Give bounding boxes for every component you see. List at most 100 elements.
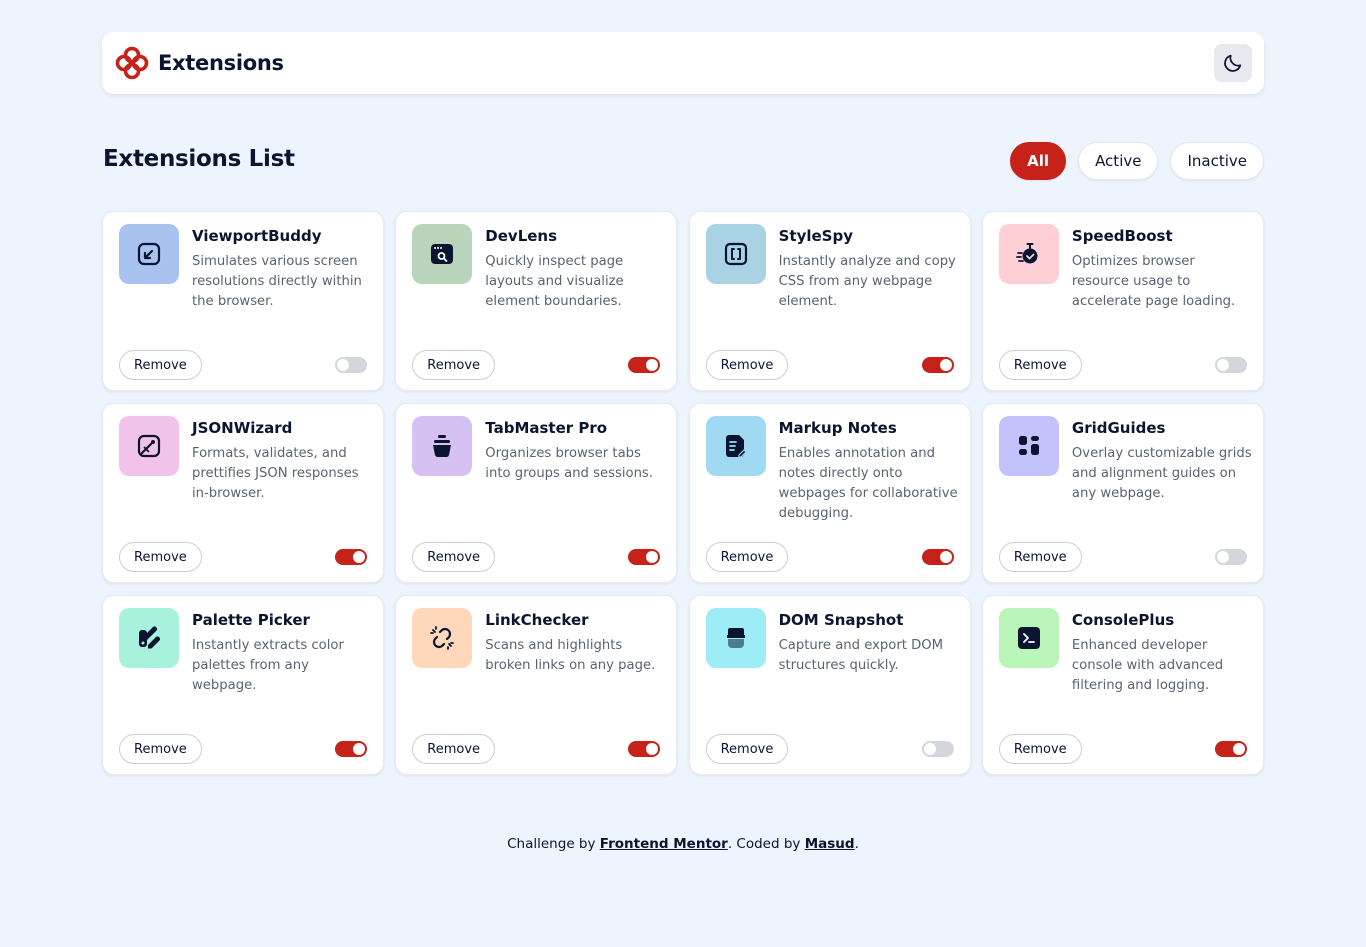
toggle-knob (646, 551, 659, 563)
extension-name: ConsolePlus (1071, 611, 1175, 629)
extension-description: Overlay customizable grids and alignment… (1071, 446, 1252, 501)
logo[interactable]: Extensions (114, 45, 284, 81)
remove-button[interactable]: Remove (705, 542, 789, 572)
extension-description: Quickly inspect page layouts and visuali… (485, 254, 624, 309)
extension-card: DOM Snapshot Capture and export DOM stru… (688, 595, 971, 775)
extension-icon-box (119, 224, 179, 284)
footer-prefix: Challenge by (507, 836, 600, 852)
remove-button[interactable]: Remove (412, 734, 496, 764)
filter-active[interactable]: Active (1078, 142, 1159, 180)
enable-toggle[interactable] (1214, 549, 1247, 565)
extension-icon-box (705, 224, 766, 284)
extension-card: Palette Picker Instantly extracts color … (102, 595, 384, 775)
extension-card: GridGuides Overlay customizable grids an… (981, 403, 1264, 583)
moon-icon (1224, 54, 1242, 72)
remove-button[interactable]: Remove (412, 542, 496, 572)
remove-button[interactable]: Remove (705, 350, 789, 380)
jsonwizard-icon (137, 434, 161, 458)
extensions-grid: ViewportBuddy Simulates various screen r… (102, 211, 1264, 775)
extension-name: Palette Picker (192, 611, 310, 629)
extension-description: Formats, validates, and prettifies JSON … (192, 446, 359, 501)
stylespy-icon (724, 242, 747, 266)
extension-description: Capture and export DOM structures quickl… (778, 638, 944, 673)
remove-button[interactable]: Remove (705, 734, 789, 764)
devlens-icon (431, 244, 454, 264)
extension-card: ConsolePlus Enhanced developer console w… (981, 595, 1264, 775)
extension-icon-box (705, 608, 766, 668)
extension-name: DOM Snapshot (778, 611, 904, 629)
extension-card: DevLens Quickly inspect page layouts and… (395, 211, 678, 391)
app-name: Extensions (158, 51, 284, 75)
extension-name: TabMaster Pro (485, 419, 608, 437)
extension-icon-box (998, 416, 1059, 476)
remove-button[interactable]: Remove (998, 350, 1082, 380)
enable-toggle[interactable] (1214, 741, 1247, 757)
extension-icon-box (119, 416, 179, 476)
extension-description: Instantly extracts color palettes from a… (192, 638, 344, 693)
extension-description: Enhanced developer console with advanced… (1071, 638, 1224, 693)
toggle-knob (646, 743, 659, 755)
enable-toggle[interactable] (921, 357, 954, 373)
extension-card: LinkChecker Scans and highlights broken … (395, 595, 678, 775)
extension-card: ViewportBuddy Simulates various screen r… (102, 211, 384, 391)
enable-toggle[interactable] (921, 549, 954, 565)
palette-icon (139, 626, 160, 649)
extension-card: Markup Notes Enables annotation and note… (688, 403, 971, 583)
author-link[interactable]: Masud (805, 836, 855, 852)
extension-icon-box (998, 224, 1059, 284)
theme-toggle-button[interactable] (1214, 44, 1252, 82)
extension-icon-box (998, 608, 1059, 668)
extension-description: Optimizes browser resource usage to acce… (1071, 254, 1236, 309)
page-title: Extensions List (103, 146, 295, 172)
remove-button[interactable]: Remove (119, 734, 202, 764)
extension-card: JSONWizard Formats, validates, and prett… (102, 403, 384, 583)
filter-group: All Active Inactive (1010, 142, 1264, 180)
remove-button[interactable]: Remove (998, 542, 1082, 572)
extension-icon-box (412, 608, 473, 668)
enable-toggle[interactable] (1214, 357, 1247, 373)
toggle-knob (353, 743, 365, 755)
toggle-knob (1216, 551, 1229, 563)
extension-description: Enables annotation and notes directly on… (778, 446, 958, 521)
speedboost-icon (1015, 243, 1038, 264)
extension-name: LinkChecker (485, 611, 589, 629)
extension-description: Scans and highlights broken links on any… (485, 638, 656, 673)
extension-card: SpeedBoost Optimizes browser resource us… (981, 211, 1264, 391)
remove-button[interactable]: Remove (998, 734, 1082, 764)
enable-toggle[interactable] (628, 357, 661, 373)
extension-icon-box (705, 416, 766, 476)
toggle-knob (939, 551, 952, 563)
toggle-knob (1216, 359, 1229, 371)
enable-toggle[interactable] (335, 357, 367, 373)
enable-toggle[interactable] (628, 741, 661, 757)
toggle-knob (1232, 743, 1245, 755)
remove-button[interactable]: Remove (412, 350, 496, 380)
frontend-mentor-link[interactable]: Frontend Mentor (600, 836, 728, 852)
toggle-knob (923, 743, 936, 755)
markup-notes-icon (725, 435, 747, 458)
extension-icon-box (119, 608, 179, 668)
footer-suffix: . (854, 836, 859, 852)
extension-name: ViewportBuddy (192, 227, 322, 245)
extension-icon-box (412, 224, 473, 284)
filter-all[interactable]: All (1010, 142, 1067, 180)
extension-card: StyleSpy Instantly analyze and copy CSS … (688, 211, 971, 391)
enable-toggle[interactable] (335, 549, 367, 565)
console-icon (1017, 627, 1040, 649)
top-bar: Extensions (102, 32, 1264, 94)
extension-description: Organizes browser tabs into groups and s… (485, 446, 653, 481)
extension-name: DevLens (485, 227, 558, 245)
extension-icon-box (412, 416, 473, 476)
extension-name: GridGuides (1071, 419, 1166, 437)
tabmaster-icon (433, 435, 452, 458)
enable-toggle[interactable] (335, 741, 367, 757)
enable-toggle[interactable] (921, 741, 954, 757)
filter-inactive[interactable]: Inactive (1170, 142, 1264, 180)
extension-description: Simulates various screen resolutions dir… (192, 254, 362, 309)
viewport-icon (137, 242, 161, 266)
toggle-knob (646, 359, 659, 371)
enable-toggle[interactable] (628, 549, 661, 565)
remove-button[interactable]: Remove (119, 350, 202, 380)
extension-description: Instantly analyze and copy CSS from any … (778, 254, 956, 309)
remove-button[interactable]: Remove (119, 542, 202, 572)
